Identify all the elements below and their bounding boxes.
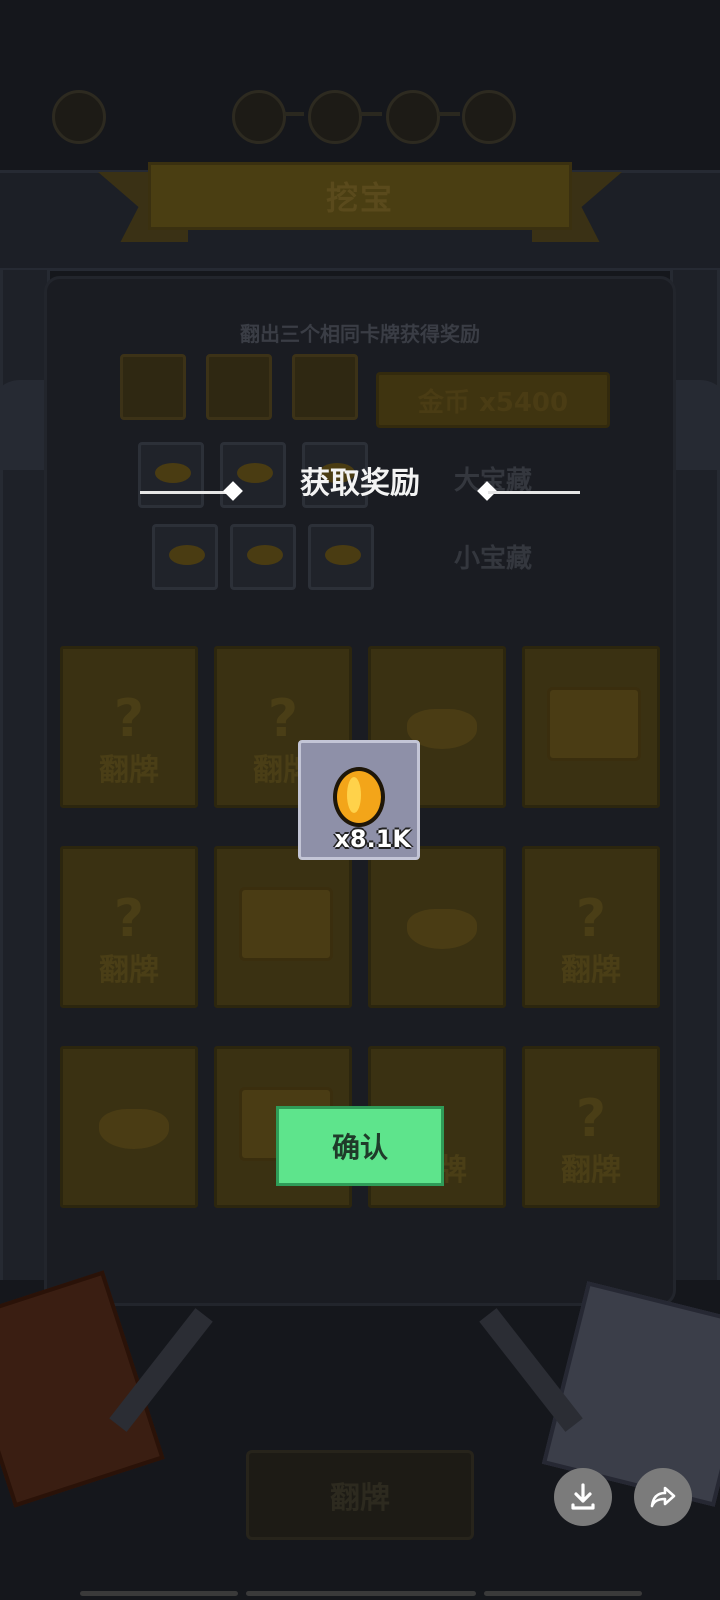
treasure-chest-icon bbox=[547, 687, 641, 761]
share-arrow-icon bbox=[650, 1486, 676, 1508]
top-progress-bar bbox=[0, 70, 720, 150]
nav-bar-segment bbox=[246, 1591, 476, 1596]
progress-connector bbox=[438, 112, 460, 116]
nav-bar-segment bbox=[80, 1591, 238, 1596]
treasure-chest-icon bbox=[239, 887, 333, 961]
card-unflipped[interactable]: ? 翻牌 bbox=[60, 846, 198, 1008]
coins-icon bbox=[308, 524, 374, 590]
treasure-chest-icon bbox=[120, 354, 186, 420]
card-unflipped[interactable]: ? 翻牌 bbox=[522, 846, 660, 1008]
coins-icon bbox=[230, 524, 296, 590]
card-unflipped[interactable]: ? 翻牌 bbox=[522, 1046, 660, 1208]
card-flip-label: 翻牌 bbox=[561, 953, 621, 988]
card-unflipped[interactable]: ? 翻牌 bbox=[60, 646, 198, 808]
reward-count: x8.1K bbox=[334, 825, 411, 853]
card-flip-label: 翻牌 bbox=[99, 953, 159, 988]
treasure-chest-icon bbox=[206, 354, 272, 420]
question-mark-icon: ? bbox=[575, 1089, 607, 1149]
game-scene: 挖宝 翻出三个相同卡牌获得奖励 金币 x5400 大宝藏 小宝藏 ? 翻牌 ? … bbox=[0, 0, 720, 1600]
rule-hint: 翻出三个相同卡牌获得奖励 bbox=[240, 322, 480, 346]
share-button[interactable] bbox=[634, 1468, 692, 1526]
flip-button[interactable]: 翻牌 bbox=[246, 1450, 474, 1540]
progress-connector bbox=[360, 112, 382, 116]
progress-connector bbox=[284, 112, 304, 116]
card-treasure-chest bbox=[214, 846, 352, 1008]
gold-coin-icon bbox=[333, 767, 385, 827]
download-icon bbox=[571, 1483, 595, 1510]
rule-reward-label: 金币 x5400 bbox=[376, 372, 610, 428]
question-mark-icon: ? bbox=[575, 889, 607, 949]
coins-icon bbox=[407, 909, 477, 949]
title-banner: 挖宝 bbox=[148, 162, 572, 230]
page-title: 挖宝 bbox=[325, 179, 394, 217]
reward-item-slot: x8.1K bbox=[298, 740, 420, 860]
settings-gear-icon bbox=[52, 90, 106, 144]
rule-reward-label: 小宝藏 bbox=[453, 543, 532, 574]
card-treasure-chest bbox=[522, 646, 660, 808]
card-flip-label: 翻牌 bbox=[561, 1153, 621, 1188]
question-mark-icon: ? bbox=[113, 889, 145, 949]
card-gold-pot bbox=[60, 1046, 198, 1208]
coins-icon bbox=[152, 524, 218, 590]
question-mark-icon: ? bbox=[113, 689, 145, 749]
progress-node-1 bbox=[232, 90, 286, 144]
progress-node-3 bbox=[386, 90, 440, 144]
progress-node-2 bbox=[308, 90, 362, 144]
title-decoration-line bbox=[488, 491, 580, 494]
treasure-chest-icon bbox=[292, 354, 358, 420]
card-flip-label: 翻牌 bbox=[99, 753, 159, 788]
nav-bar-segment bbox=[484, 1591, 642, 1596]
card-coins bbox=[368, 846, 506, 1008]
reward-title: 获取奖励 bbox=[300, 466, 420, 501]
gold-pot-icon bbox=[99, 1109, 169, 1149]
progress-node-4 bbox=[462, 90, 516, 144]
confirm-button[interactable]: 确认 bbox=[276, 1106, 444, 1186]
download-button[interactable] bbox=[554, 1468, 612, 1526]
